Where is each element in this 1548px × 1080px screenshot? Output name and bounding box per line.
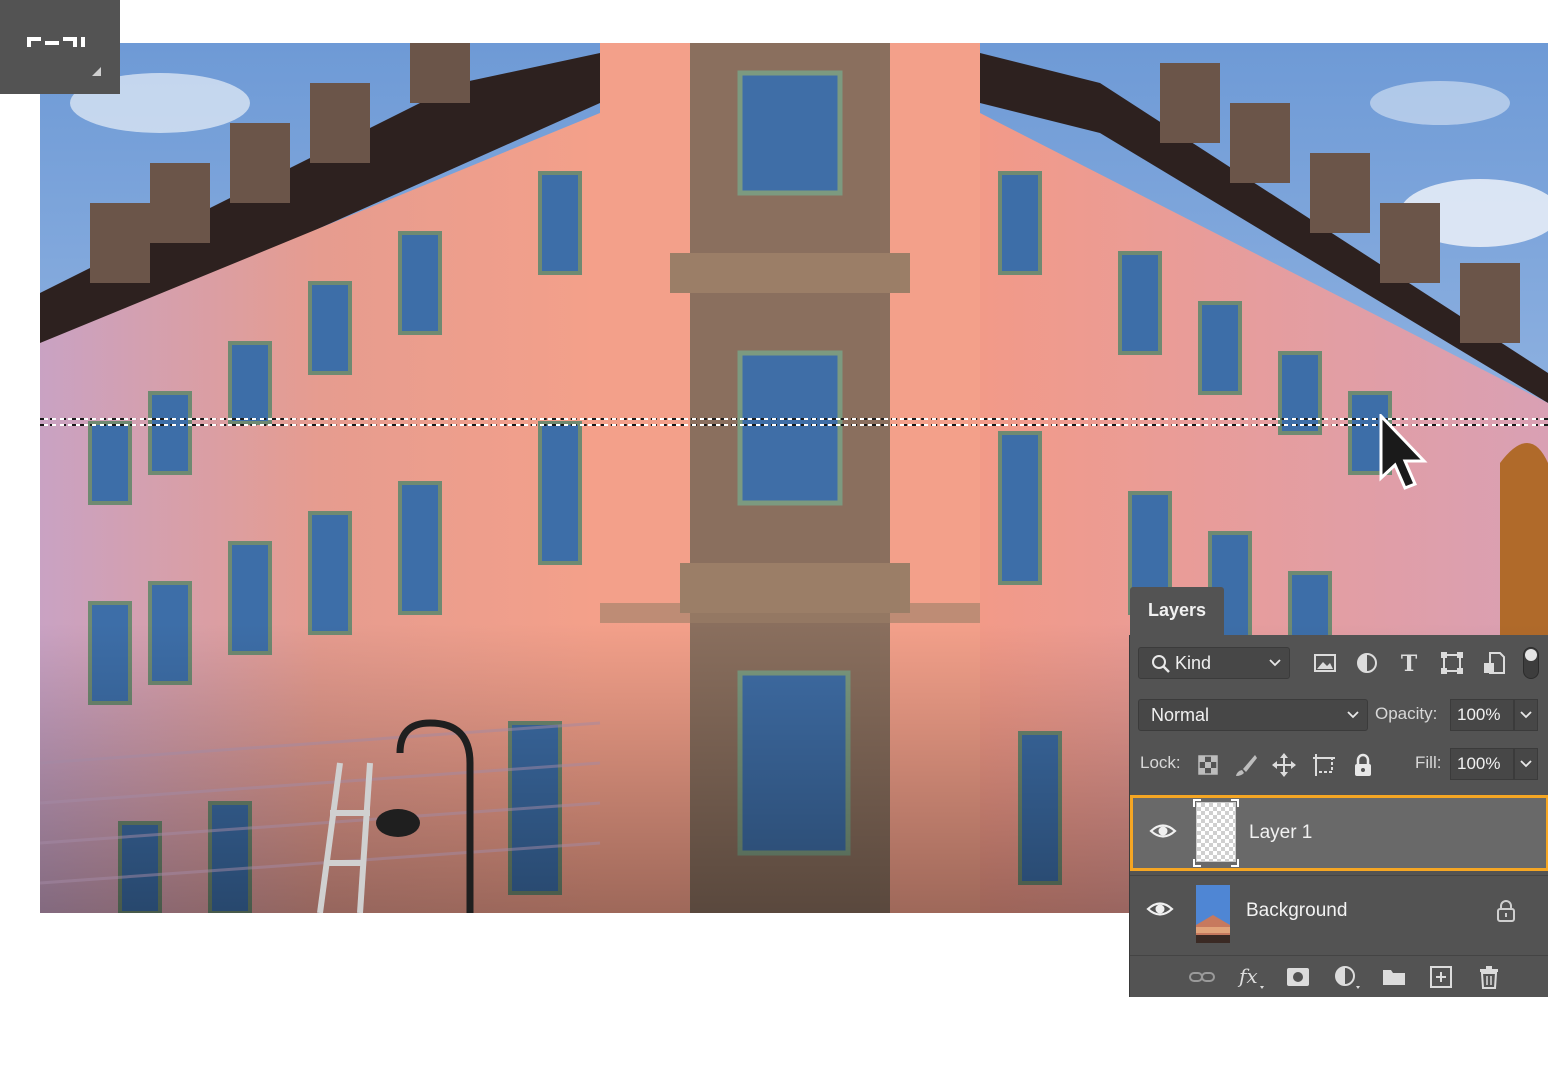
type-filter-icon[interactable]: T [1395,649,1423,677]
lock-row: Lock: Fill: 100% [1130,748,1548,784]
trash-icon[interactable] [1475,964,1503,990]
image-filter-icon[interactable] [1311,649,1339,677]
smart-object-filter-icon[interactable] [1480,649,1508,677]
layers-panel: Layers Kind T Normal Opacity: 100% Lock:… [1129,584,1548,997]
fill-label: Fill: [1415,753,1442,772]
blend-row: Normal Opacity: 100% [1130,699,1548,735]
chevron-down-icon [1269,659,1281,667]
lock-transparent-pixels-icon[interactable] [1195,752,1221,778]
panel-tab-bar: Layers [1129,584,1548,635]
eye-icon[interactable] [1149,820,1177,842]
blend-mode-value: Normal [1151,705,1210,725]
svg-text:fx: fx [1237,964,1258,988]
shape-filter-icon[interactable] [1438,649,1466,677]
eye-icon[interactable] [1146,898,1174,920]
fill-field[interactable]: 100% [1450,748,1514,780]
layer-name: Layer 1 [1249,822,1313,843]
layer-mask-icon[interactable] [1284,964,1312,990]
chevron-down-icon [1520,760,1532,768]
opacity-label: Opacity: [1375,704,1438,723]
tab-layers[interactable]: Layers [1130,587,1224,635]
blend-mode-select[interactable]: Normal [1138,699,1368,731]
layer-name: Background [1246,900,1348,921]
layer-row-layer-1[interactable]: Layer 1 [1130,795,1548,871]
opacity-field[interactable]: 100% [1450,699,1514,731]
lock-artboard-icon[interactable] [1311,752,1337,778]
filter-toggle[interactable] [1523,647,1539,679]
layers-panel-footer: fx [1130,955,1548,997]
layer-row-background[interactable]: Background [1130,875,1548,951]
opacity-dropdown[interactable] [1514,699,1538,731]
mouse-cursor-icon [1379,414,1428,490]
chevron-down-icon [1347,711,1359,719]
marquee-selection [40,418,1548,426]
svg-text:T: T [1401,651,1418,677]
fill-dropdown[interactable] [1514,748,1538,780]
lock-image-pixels-icon[interactable] [1233,752,1259,778]
selected-thumbnail-corners [1193,799,1239,867]
single-row-marquee-icon [27,37,101,76]
filter-kind-label: Kind [1175,653,1212,673]
lock-all-icon[interactable] [1350,752,1376,778]
background-thumbnail-image [1196,885,1230,943]
lock-label: Lock: [1140,753,1181,772]
adjustment-filter-icon[interactable] [1353,649,1381,677]
single-row-marquee-tool-badge[interactable] [0,0,120,94]
filter-kind-select[interactable]: Kind [1138,647,1290,679]
link-layers-icon[interactable] [1188,964,1216,990]
lock-position-icon[interactable] [1271,752,1297,778]
chevron-down-icon [1520,711,1532,719]
folder-icon[interactable] [1380,964,1408,990]
adjustment-layer-icon[interactable] [1332,964,1360,990]
layers-panel-body: Kind T Normal Opacity: 100% Lock: Fill: … [1129,635,1548,997]
lock-icon [1497,900,1515,922]
fx-icon[interactable]: fx [1236,964,1264,990]
layer-thumbnail-background [1196,885,1236,945]
layer-filter-row: Kind T [1130,647,1548,683]
search-icon [1152,655,1170,673]
new-layer-icon[interactable] [1427,964,1455,990]
